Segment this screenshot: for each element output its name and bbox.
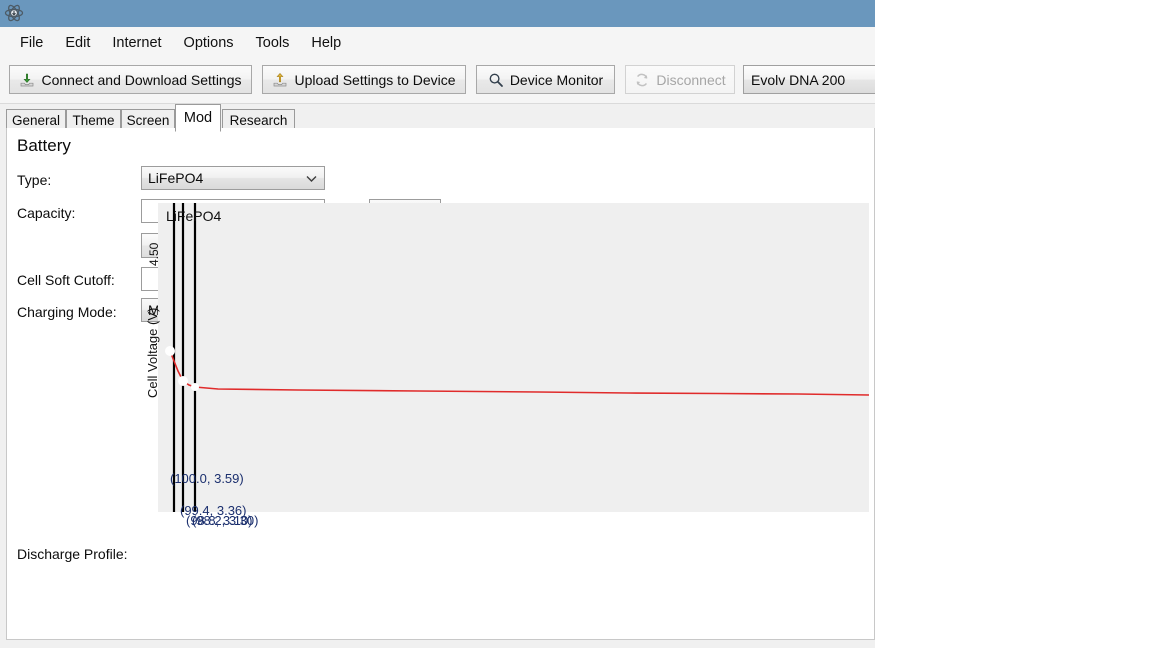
upload-icon [272,72,288,88]
title-bar [0,0,875,27]
menu-item-file[interactable]: File [9,32,54,54]
menu-item-help[interactable]: Help [300,32,352,54]
data-point-marker [191,383,199,391]
battery-type-dropdown[interactable]: LiFePO4 [141,166,325,190]
tab-general-label: General [12,113,60,128]
tab-mod[interactable]: Mod [175,104,221,132]
charging-mode-label: Charging Mode: [17,304,117,320]
data-point-marker [165,346,175,356]
chevron-down-icon [306,175,317,182]
battery-section-title: Battery [17,136,71,156]
menu-item-options[interactable]: Options [173,32,245,54]
tab-mod-label: Mod [184,110,212,126]
type-label: Type: [17,172,51,188]
chart-series-name: LiFePO4 [166,208,221,224]
application-window: File Edit Internet Options Tools Help Co… [0,0,875,648]
connect-and-download-settings-button[interactable]: Connect and Download Settings [9,65,252,94]
capacity-label: Capacity: [17,205,75,221]
atom-icon [4,3,24,23]
search-icon [488,72,504,88]
download-icon [19,72,35,88]
chart-canvas [158,203,869,512]
cell-soft-cutoff-label: Cell Soft Cutoff: [17,272,115,288]
menu-item-edit[interactable]: Edit [54,32,101,54]
tab-research-label: Research [230,113,288,128]
data-point-label-1: (100.0, 3.59) [170,471,244,486]
discharge-profile-label: Discharge Profile: [17,546,128,562]
data-point-label-4: (98.8, 3.10) [186,513,253,528]
device-model-value: Evolv DNA 200 [751,72,845,88]
tab-strip: General Theme Screen Mod Research [0,104,875,131]
data-point-marker [178,376,188,386]
disconnect-button[interactable]: Disconnect [625,65,735,94]
tab-screen-label: Screen [127,113,170,128]
connect-button-label: Connect and Download Settings [41,72,241,88]
chart-plot-background [158,203,869,512]
upload-settings-to-device-button[interactable]: Upload Settings to Device [262,65,466,94]
device-model-dropdown[interactable]: Evolv DNA 200 [743,65,875,94]
menu-item-internet[interactable]: Internet [101,32,172,54]
discharge-profile-chart[interactable] [158,203,869,512]
disconnect-label: Disconnect [656,72,725,88]
device-monitor-button[interactable]: Device Monitor [476,65,615,94]
tab-theme-label: Theme [72,113,114,128]
menu-bar: File Edit Internet Options Tools Help [0,27,875,58]
device-monitor-label: Device Monitor [510,72,603,88]
upload-button-label: Upload Settings to Device [294,72,455,88]
refresh-icon [634,72,650,88]
y-axis-label: Cell Voltage (V) [145,308,160,398]
battery-type-value: LiFePO4 [148,170,203,186]
menu-item-tools[interactable]: Tools [245,32,301,54]
y-axis-tick-450: 4.50 [147,243,161,266]
